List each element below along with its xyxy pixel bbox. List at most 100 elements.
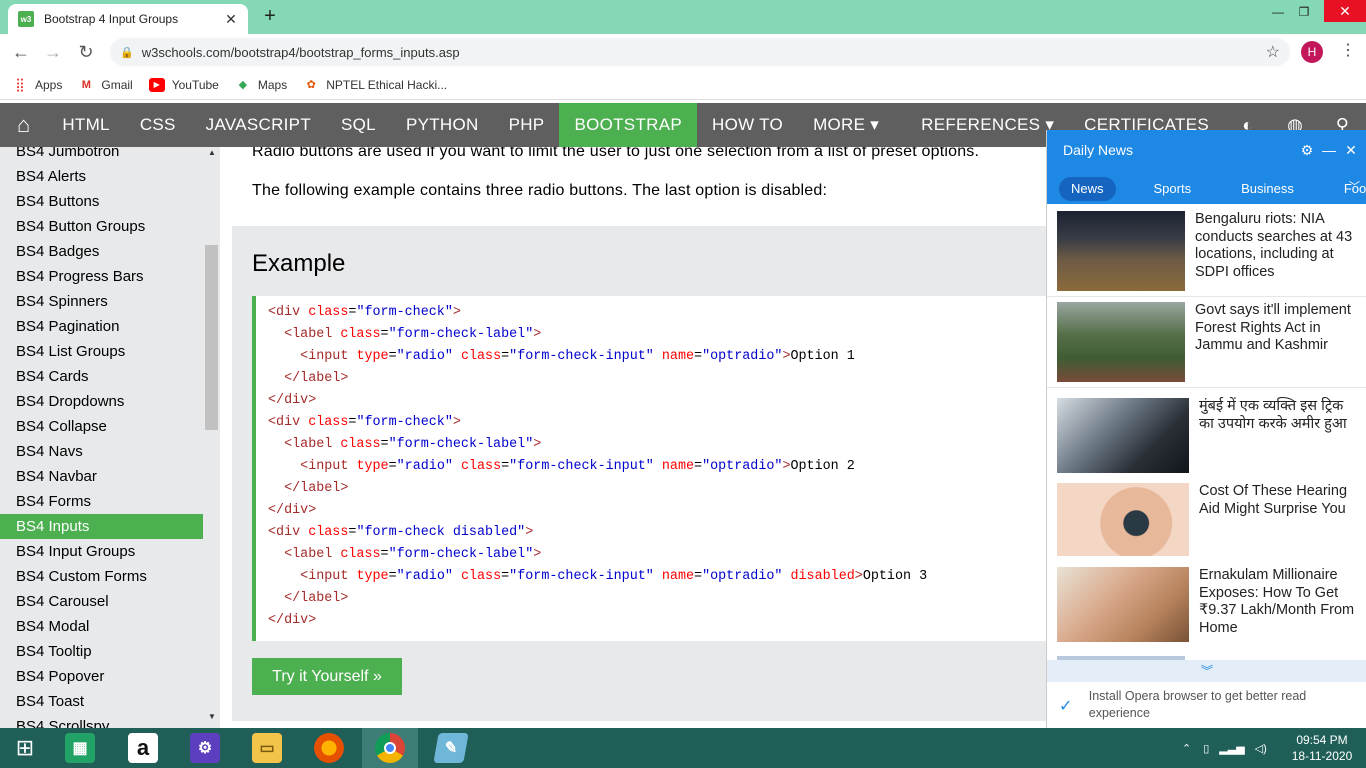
sidebar-item[interactable]: BS4 Popover	[0, 664, 203, 689]
close-panel-icon[interactable]: ✕	[1343, 142, 1359, 159]
radio-example-paragraph: The following example contains three rad…	[252, 182, 828, 199]
sidebar-item[interactable]: BS4 Navbar	[0, 464, 203, 489]
checkmark-icon[interactable]: ✓	[1059, 696, 1077, 715]
settings-gear-icon[interactable]: ⚙	[1299, 142, 1315, 159]
nav-css[interactable]: CSS	[125, 103, 191, 147]
home-icon[interactable]: ⌂	[0, 103, 47, 147]
windows-start-icon[interactable]: ⊞	[0, 728, 50, 768]
sidebar-item[interactable]: BS4 Dropdowns	[0, 389, 203, 414]
news-item[interactable]: मुंबई में एक व्यक्ति इस ट्रिक का उपयोग क…	[1057, 398, 1357, 473]
gmail-icon: M	[81, 78, 91, 91]
sidebar-item[interactable]: BS4 Collapse	[0, 414, 203, 439]
minimize-button[interactable]: —	[1266, 2, 1290, 22]
sidebar-item[interactable]: BS4 Carousel	[0, 589, 203, 614]
file-explorer-icon[interactable]: ▭	[242, 728, 292, 768]
tab-business[interactable]: Business	[1229, 177, 1306, 201]
browser-menu-icon[interactable]: ⋮	[1340, 40, 1356, 60]
news-item[interactable]: Govt says it'll implement Forest Rights …	[1057, 302, 1357, 382]
sidebar-item[interactable]: BS4 Navs	[0, 439, 203, 464]
news-item[interactable]: Bengaluru riots: NIA conducts searches a…	[1057, 211, 1357, 291]
clock-date: 18-11-2020	[1291, 749, 1353, 763]
scroll-down-arrow-icon[interactable]: ▼	[204, 712, 220, 721]
sidebar-scrollbar[interactable]	[204, 147, 220, 728]
sidebar-item[interactable]: BS4 Buttons	[0, 189, 203, 214]
sidebar-item[interactable]: BS4 Inputs	[0, 514, 203, 539]
browser-tab[interactable]: w3 Bootstrap 4 Input Groups ✕	[8, 4, 248, 34]
chrome-icon[interactable]	[365, 728, 415, 768]
sidebar-item[interactable]: BS4 Progress Bars	[0, 264, 203, 289]
firefox-icon[interactable]	[304, 728, 354, 768]
sidebar-item[interactable]: BS4 Alerts	[0, 164, 203, 189]
news-headline: Govt says it'll implement Forest Rights …	[1195, 302, 1351, 353]
bookmark-nptel[interactable]: ✿ NPTEL Ethical Hacki...	[303, 78, 448, 92]
volume-icon[interactable]: ◁)	[1255, 742, 1267, 755]
signal-icon[interactable]: ▂▃▅	[1219, 742, 1244, 755]
nav-javascript[interactable]: JAVASCRIPT	[191, 103, 326, 147]
load-more-icon[interactable]: ︾	[1047, 660, 1366, 682]
nav-how-to[interactable]: HOW TO	[697, 103, 798, 147]
sidebar-item[interactable]: BS4 Cards	[0, 364, 203, 389]
notepad-icon[interactable]: ✎	[426, 728, 476, 768]
apps-grid-icon: ⣿	[15, 76, 25, 92]
tray-expand-icon[interactable]: ⌃	[1182, 742, 1191, 755]
nav-php[interactable]: PHP	[494, 103, 560, 147]
taskbar-clock[interactable]: 09:54 PM 18-11-2020	[1282, 732, 1362, 764]
news-divider	[1047, 387, 1366, 388]
news-headline: मुंबई में एक व्यक्ति इस ट्रिक का उपयोग क…	[1199, 398, 1347, 432]
sidebar-item[interactable]: BS4 Scrollspy	[0, 714, 203, 728]
nav-more[interactable]: MORE ▾	[798, 103, 894, 147]
battery-icon[interactable]: ▯	[1203, 742, 1209, 755]
bookmark-star-icon[interactable]: ☆	[1266, 42, 1280, 62]
sidebar-item[interactable]: BS4 List Groups	[0, 339, 203, 364]
try-it-yourself-button[interactable]: Try it Yourself »	[252, 658, 402, 695]
bookmark-apps[interactable]: ⣿ Apps	[12, 76, 62, 92]
sidebar-item[interactable]: BS4 Toast	[0, 689, 203, 714]
amazon-icon[interactable]: a	[118, 728, 168, 768]
sidebar-item[interactable]: BS4 Pagination	[0, 314, 203, 339]
bookmark-gmail[interactable]: M Gmail	[78, 78, 133, 92]
scroll-up-arrow-icon[interactable]: ▲	[204, 148, 220, 157]
settings-gear-app-icon[interactable]: ⚙	[180, 728, 230, 768]
restore-button[interactable]: ❐	[1292, 2, 1316, 22]
tab-title: Bootstrap 4 Input Groups	[44, 12, 179, 26]
bookmark-youtube[interactable]: ▶ YouTube	[148, 77, 219, 92]
nav-html[interactable]: HTML	[47, 103, 124, 147]
profile-avatar[interactable]: H	[1301, 41, 1323, 63]
tab-sports[interactable]: Sports	[1142, 177, 1204, 201]
bookmark-maps[interactable]: ◆ Maps	[235, 78, 288, 92]
back-arrow-icon[interactable]: ←	[10, 42, 32, 62]
sidebar-item[interactable]: BS4 Modal	[0, 614, 203, 639]
close-tab-icon[interactable]: ✕	[224, 11, 238, 28]
nav-sql[interactable]: SQL	[326, 103, 391, 147]
sidebar-item[interactable]: BS4 Badges	[0, 239, 203, 264]
reload-icon[interactable]: ↻	[75, 42, 97, 62]
sidebar-item[interactable]: BS4 Custom Forms	[0, 564, 203, 589]
news-item[interactable]: Cost Of These Hearing Aid Might Surprise…	[1057, 483, 1357, 556]
news-thumbnail	[1057, 398, 1189, 473]
nav-references[interactable]: REFERENCES ▾	[906, 103, 1069, 147]
nav-bootstrap[interactable]: BOOTSTRAP	[559, 103, 697, 147]
sidebar-item[interactable]: BS4 Jumbotron	[0, 147, 203, 164]
news-item[interactable]: Ernakulam Millionaire Exposes: How To Ge…	[1057, 567, 1357, 642]
news-divider	[1047, 296, 1366, 297]
excel-sheet-app-icon[interactable]: ▦	[55, 728, 105, 768]
forward-arrow-icon[interactable]: →	[42, 42, 64, 62]
daily-news-panel: Daily News ⚙ — ✕ News Sports Business Fo…	[1046, 130, 1366, 728]
url-bar[interactable]: 🔒 w3schools.com/bootstrap4/bootstrap_for…	[110, 38, 1290, 66]
tab-news[interactable]: News	[1059, 177, 1116, 201]
address-bar-row: ← → ↻ 🔒 w3schools.com/bootstrap4/bootstr…	[0, 34, 1366, 70]
minimize-panel-icon[interactable]: —	[1321, 142, 1337, 158]
sidebar-item[interactable]: BS4 Tooltip	[0, 639, 203, 664]
sidebar-item[interactable]: BS4 Input Groups	[0, 539, 203, 564]
code-text: <div class="form-check"> <label class="f…	[268, 305, 928, 628]
news-headline: Bengaluru riots: NIA conducts searches a…	[1195, 211, 1353, 280]
sidebar-item[interactable]: BS4 Forms	[0, 489, 203, 514]
sidebar-item[interactable]: BS4 Button Groups	[0, 214, 203, 239]
chevron-down-icon[interactable]: ﹀	[1349, 178, 1360, 194]
new-tab-button[interactable]: +	[260, 5, 280, 29]
close-window-button[interactable]: ✕	[1324, 0, 1366, 22]
nav-python[interactable]: PYTHON	[391, 103, 494, 147]
sidebar-scroll-thumb[interactable]	[205, 245, 218, 430]
sidebar-item[interactable]: BS4 Spinners	[0, 289, 203, 314]
example-box: Example <div class="form-check"> <label …	[232, 226, 1046, 721]
